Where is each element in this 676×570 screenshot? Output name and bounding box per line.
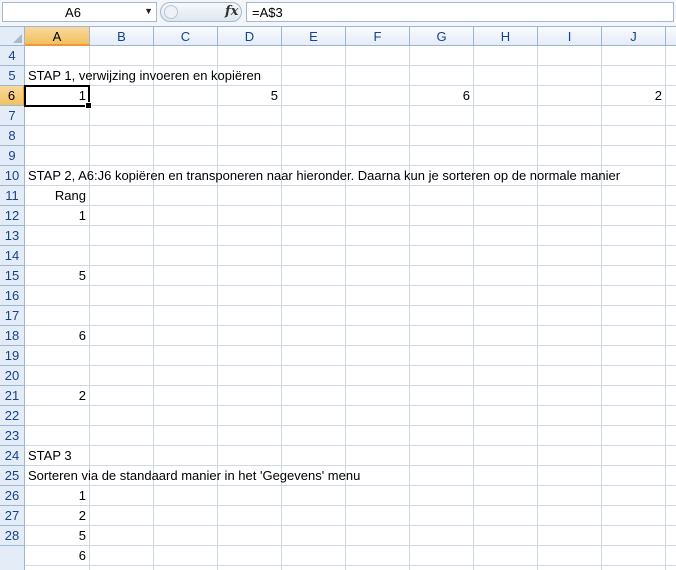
cell-a9[interactable]: STAP 2, A6:J6 kopiëren en transponeren n…	[28, 166, 620, 186]
cell-a17[interactable]: 6	[25, 326, 86, 346]
row-header-16[interactable]: 16	[0, 286, 25, 306]
gridline	[345, 46, 346, 570]
row-header-24[interactable]: 24	[0, 446, 25, 466]
cell-a23[interactable]: STAP 3	[28, 446, 72, 466]
row-header-9[interactable]: 9	[0, 146, 25, 166]
cell-a10[interactable]: Rang	[25, 186, 86, 206]
gridline	[281, 46, 282, 570]
column-header-g[interactable]: G	[410, 27, 474, 46]
row-header-13[interactable]: 13	[0, 226, 25, 246]
select-all-corner[interactable]	[0, 27, 25, 46]
row-header-26[interactable]: 26	[0, 486, 25, 506]
active-cell-cursor[interactable]	[24, 85, 92, 109]
cell-a20[interactable]: 2	[25, 386, 86, 406]
cell-a5[interactable]: STAP 1, verwijzing invoeren en kopiëren	[28, 66, 261, 86]
column-header-a[interactable]: A	[25, 27, 90, 46]
row-header-12[interactable]: 12	[0, 206, 25, 226]
column-header-e[interactable]: E	[282, 27, 346, 46]
cell-d6[interactable]: 5	[217, 86, 278, 106]
cell-a27[interactable]: 5	[25, 526, 86, 546]
cell-area[interactable]: STAP 1, verwijzing invoeren en kopiëren …	[24, 46, 676, 570]
chevron-down-icon[interactable]: ▼	[144, 6, 153, 16]
row-header-29[interactable]	[0, 546, 25, 570]
insert-function-icon[interactable]: fx	[225, 4, 238, 19]
row-header-23[interactable]: 23	[0, 426, 25, 446]
formula-bar: A6 ▼ fx =A$3	[0, 0, 676, 27]
gridline	[89, 46, 90, 570]
name-box-value: A6	[65, 5, 81, 20]
column-header-i[interactable]: I	[538, 27, 602, 46]
name-box[interactable]: A6 ▼	[2, 2, 157, 22]
column-header-j[interactable]: J	[602, 27, 666, 46]
row-header-22[interactable]: 22	[0, 406, 25, 426]
row-header-18[interactable]: 18	[0, 326, 25, 346]
cell-a14[interactable]: 5	[25, 266, 86, 286]
row-header-15[interactable]: 15	[0, 266, 25, 286]
gridline	[473, 46, 474, 570]
formula-text: =A$3	[252, 5, 283, 20]
row-header-25[interactable]: 25	[0, 466, 25, 486]
column-header-k[interactable]	[666, 27, 676, 46]
column-header-d[interactable]: D	[218, 27, 282, 46]
gridline	[601, 46, 602, 570]
row-header-17[interactable]: 17	[0, 306, 25, 326]
formula-input[interactable]: =A$3	[246, 2, 674, 22]
gridline	[409, 46, 410, 570]
column-header-b[interactable]: B	[90, 27, 154, 46]
row-header-4[interactable]: 4	[0, 46, 25, 66]
gridline	[153, 46, 154, 570]
row-header-28[interactable]: 28	[0, 526, 25, 546]
cell-j6[interactable]: 2	[601, 86, 662, 106]
row-header-7[interactable]: 7	[0, 106, 25, 126]
row-header-10[interactable]: 10	[0, 166, 25, 186]
row-header-6[interactable]: 6	[0, 86, 25, 106]
cell-a25[interactable]: 1	[25, 486, 86, 506]
cell-a28[interactable]: 6	[25, 546, 86, 566]
row-header-8[interactable]: 8	[0, 126, 25, 146]
row-header-19[interactable]: 19	[0, 346, 25, 366]
column-header-f[interactable]: F	[346, 27, 410, 46]
row-header-27[interactable]: 27	[0, 506, 25, 526]
row-header-21[interactable]: 21	[0, 386, 25, 406]
row-header-11[interactable]: 11	[0, 186, 25, 206]
expand-handle-icon[interactable]	[164, 5, 178, 19]
gridline	[217, 46, 218, 570]
row-header-20[interactable]: 20	[0, 366, 25, 386]
cell-a11[interactable]: 1	[25, 206, 86, 226]
cell-a26[interactable]: 2	[25, 506, 86, 526]
formula-tools: fx	[160, 2, 242, 22]
gridline	[665, 46, 666, 570]
cell-a24[interactable]: Sorteren via de standaard manier in het …	[28, 466, 360, 486]
column-header-h[interactable]: H	[474, 27, 538, 46]
cell-g6[interactable]: 6	[409, 86, 470, 106]
row-header-14[interactable]: 14	[0, 246, 25, 266]
row-header-5[interactable]: 5	[0, 66, 25, 86]
gridline	[537, 46, 538, 570]
column-header-c[interactable]: C	[154, 27, 218, 46]
